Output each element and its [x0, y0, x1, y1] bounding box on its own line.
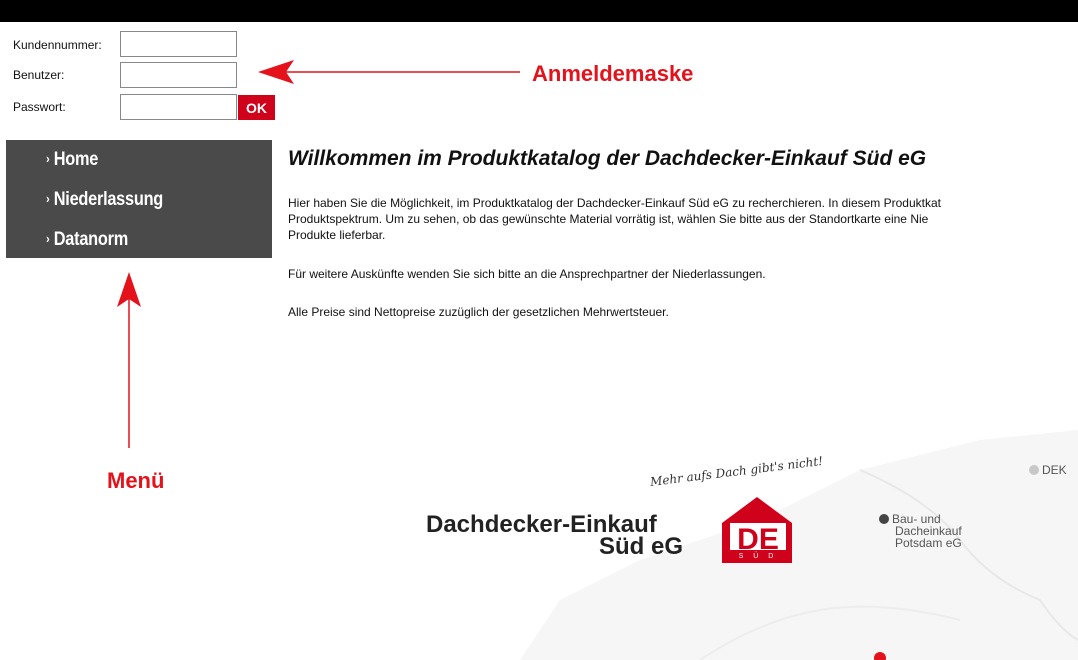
- location-potsdam[interactable]: Bau- und Dacheinkauf Potsdam eG: [879, 513, 962, 549]
- company-logo: Dachdecker-Einkauf Süd eG: [426, 513, 683, 559]
- location-label-line3: Potsdam eG: [895, 536, 962, 550]
- location-label: DEK: [1042, 463, 1067, 477]
- logo-sub: S Ü D: [739, 552, 778, 560]
- de-logo-icon: DE S Ü D: [722, 497, 792, 563]
- location-dot-icon: [879, 514, 889, 524]
- location-dot-icon: [1029, 465, 1039, 475]
- location-map: [520, 430, 1078, 660]
- company-name-line2: Süd eG: [599, 533, 684, 560]
- location-dek[interactable]: DEK: [1029, 464, 1067, 476]
